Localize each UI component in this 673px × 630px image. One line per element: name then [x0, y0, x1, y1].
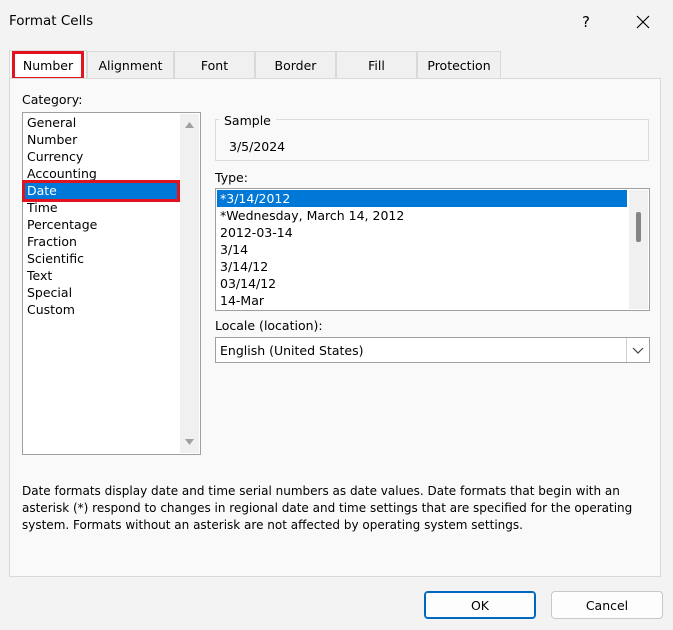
scroll-down-button[interactable] [180, 434, 199, 450]
category-item-accounting[interactable]: Accounting [25, 166, 175, 182]
type-item[interactable]: 14-Mar [217, 292, 627, 309]
type-item[interactable]: 2012-03-14 [217, 224, 627, 241]
category-item-custom[interactable]: Custom [25, 302, 175, 318]
title-bar: Format Cells ? [0, 0, 673, 44]
locale-label: Locale (location): [215, 318, 323, 333]
locale-dropdown-button[interactable] [626, 338, 649, 362]
type-item[interactable]: 3/14/12 [217, 258, 627, 275]
category-item-percentage[interactable]: Percentage [25, 217, 175, 233]
cancel-button-label: Cancel [585, 597, 629, 613]
tab-border-label: Border [274, 57, 317, 73]
type-item[interactable]: 03/14/12 [217, 275, 627, 292]
category-list[interactable]: General Number Currency Accounting Date … [22, 112, 201, 455]
help-icon: ? [582, 13, 590, 31]
type-item[interactable]: *Wednesday, March 14, 2012 [217, 207, 627, 224]
category-label: Category: [22, 92, 83, 107]
type-item[interactable]: 3/14 [217, 241, 627, 258]
tab-alignment-label: Alignment [98, 57, 163, 73]
type-item[interactable]: *3/14/2012 [217, 190, 627, 207]
locale-dropdown[interactable]: English (United States) [215, 337, 650, 363]
close-button[interactable] [622, 6, 664, 38]
category-item-text[interactable]: Text [25, 268, 175, 284]
type-scrollbar[interactable] [629, 190, 648, 309]
type-list[interactable]: *3/14/2012 *Wednesday, March 14, 2012 20… [215, 188, 650, 311]
tab-border[interactable]: Border [255, 51, 336, 78]
scroll-up-button[interactable] [180, 117, 199, 133]
category-item-currency[interactable]: Currency [25, 149, 175, 165]
category-item-date[interactable]: Date [22, 180, 180, 202]
ok-button-label: OK [470, 597, 490, 613]
category-item-scientific[interactable]: Scientific [25, 251, 175, 267]
chevron-down-icon [632, 347, 644, 354]
help-button[interactable]: ? [566, 6, 606, 38]
type-scroll-thumb[interactable] [636, 212, 641, 242]
category-item-number[interactable]: Number [25, 132, 175, 148]
category-item-general[interactable]: General [25, 115, 175, 131]
tab-protection[interactable]: Protection [417, 51, 501, 78]
category-item-time[interactable]: Time [25, 200, 175, 216]
tab-fill-label: Fill [368, 57, 385, 73]
scroll-down-icon [185, 439, 194, 445]
tab-fill[interactable]: Fill [336, 51, 417, 78]
sample-label: Sample [219, 113, 276, 128]
dialog-title: Format Cells [9, 13, 94, 29]
tab-number-label: Number [11, 50, 85, 80]
cancel-button[interactable]: Cancel [551, 591, 663, 619]
category-item-special[interactable]: Special [25, 285, 175, 301]
ok-button[interactable]: OK [424, 591, 536, 619]
locale-value: English (United States) [220, 343, 364, 358]
tab-font[interactable]: Font [174, 51, 255, 78]
category-scrollbar[interactable] [180, 114, 199, 453]
close-icon [636, 15, 650, 29]
format-description: Date formats display date and time seria… [22, 484, 633, 532]
tab-font-label: Font [200, 57, 229, 73]
tab-alignment[interactable]: Alignment [87, 51, 174, 78]
type-label: Type: [215, 170, 248, 185]
category-item-fraction[interactable]: Fraction [25, 234, 175, 250]
tab-number[interactable]: Number [9, 50, 87, 80]
scroll-up-icon [185, 122, 194, 128]
tab-protection-label: Protection [427, 57, 491, 73]
sample-value: 3/5/2024 [229, 139, 286, 154]
